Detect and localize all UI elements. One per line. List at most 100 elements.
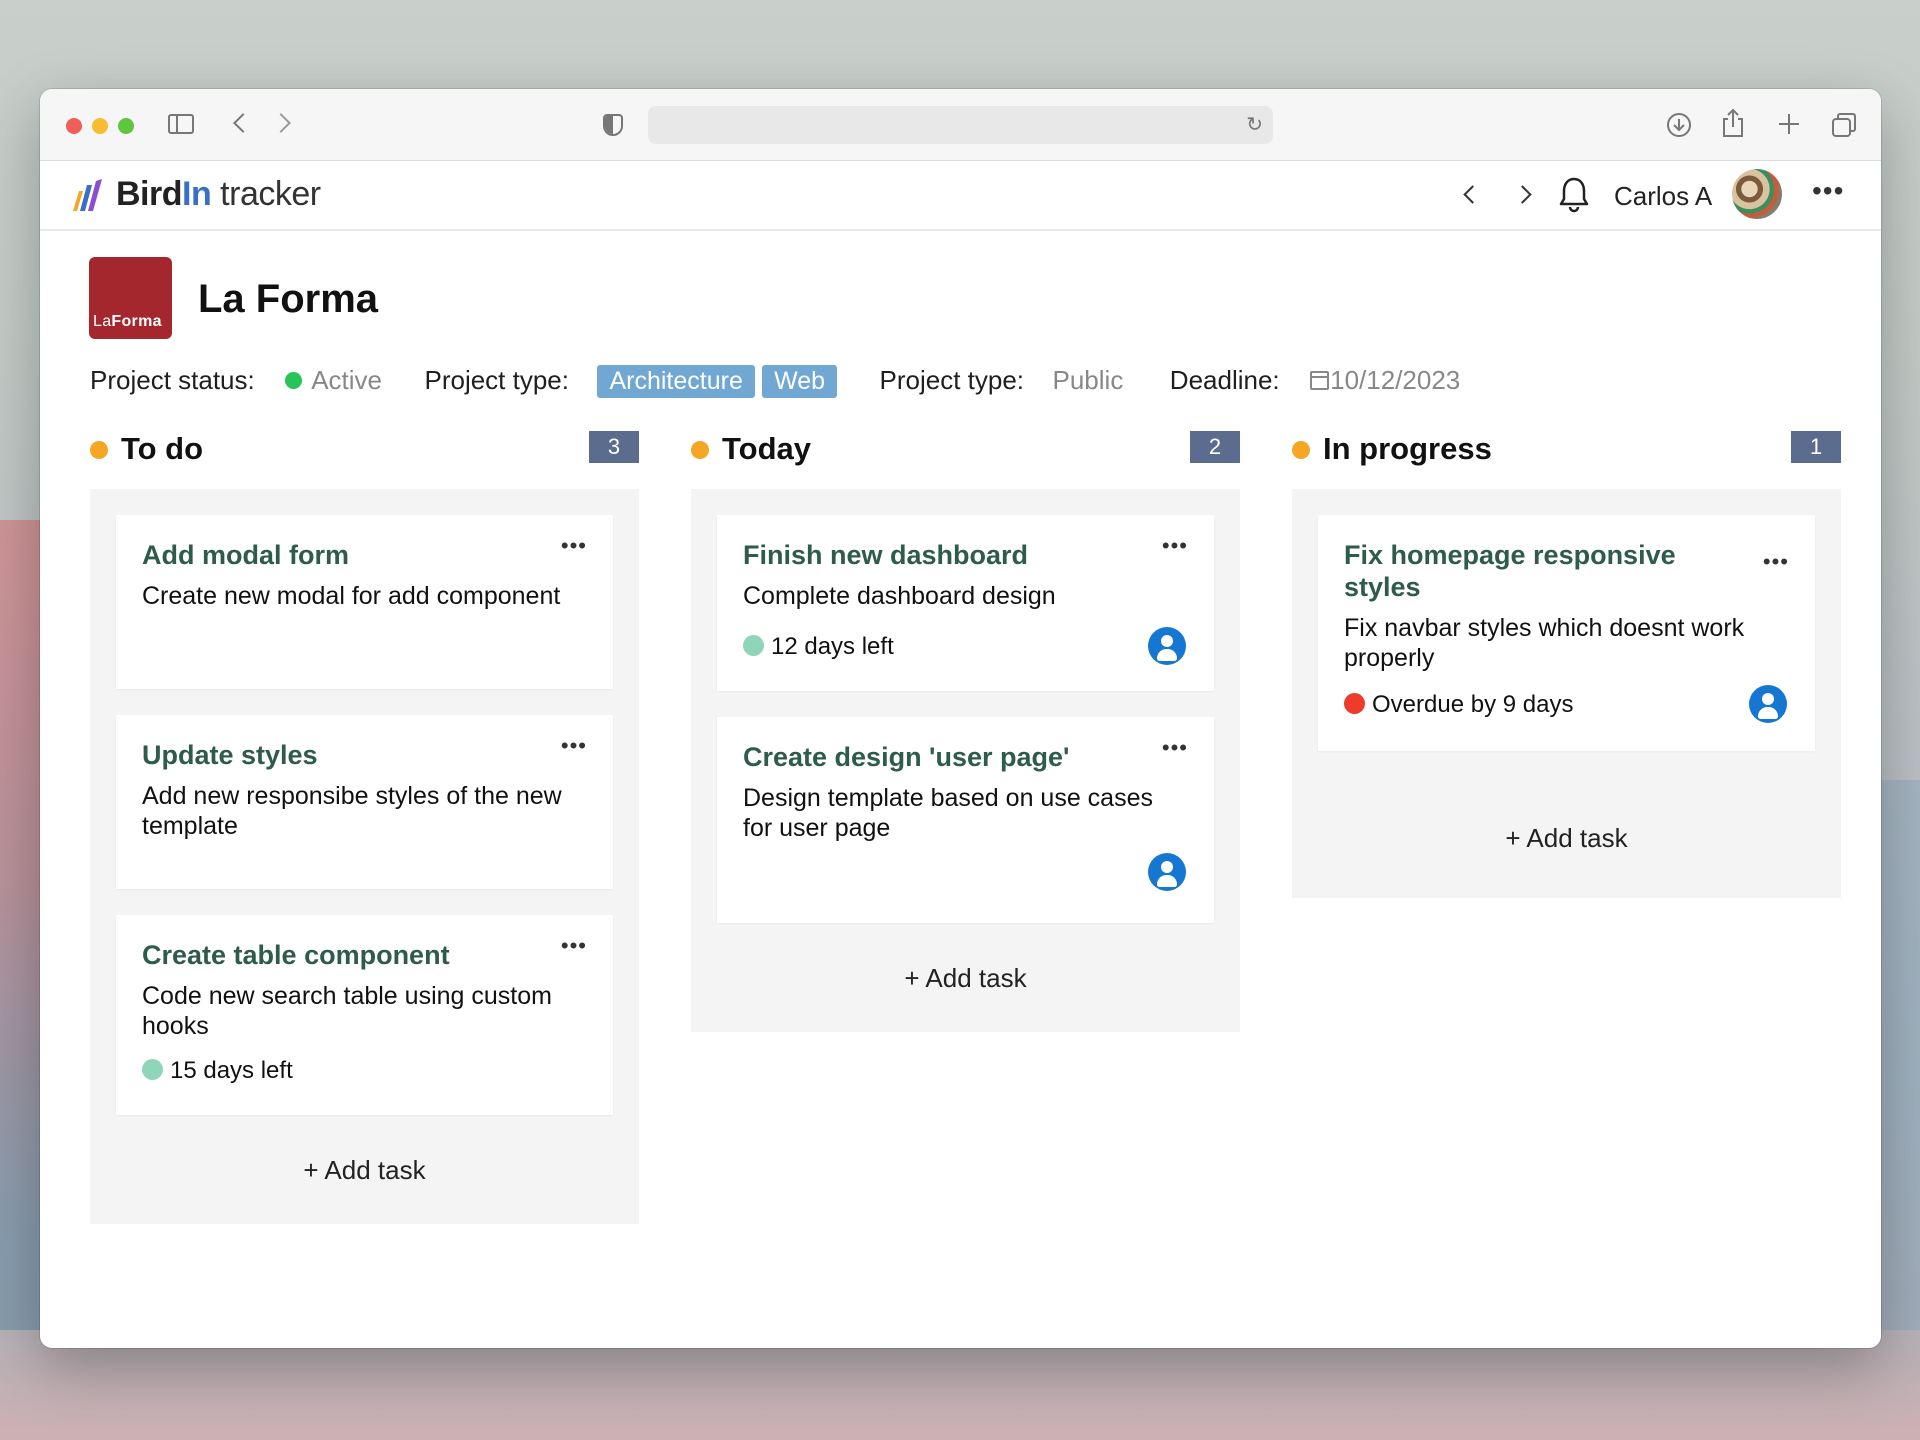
column-in-progress: In progress 1 Fix homepage responsive st… — [1292, 425, 1841, 898]
add-task-button[interactable]: + Add task — [1318, 777, 1815, 898]
due-status-dot — [743, 635, 764, 657]
status-label: Project status: — [90, 365, 255, 395]
sidebar-toggle-icon[interactable] — [168, 114, 194, 134]
browser-window: ↻ BirdIn tracker Carlos A ••• LaForma La… — [40, 89, 1881, 1348]
more-horizontal-icon[interactable]: ••• — [1763, 549, 1789, 575]
assignee-user-icon[interactable] — [1749, 685, 1787, 723]
due-status: 12 days left — [743, 633, 894, 660]
new-tab-icon[interactable] — [1776, 111, 1802, 137]
task-footer: 15 days left — [142, 1053, 587, 1093]
assignee-user-icon[interactable] — [1148, 627, 1186, 665]
forward-icon[interactable] — [271, 113, 291, 133]
task-title[interactable]: Create design 'user page' — [743, 741, 1188, 773]
type-label: Project type: — [424, 365, 569, 395]
visibility-label: Project type: — [879, 365, 1025, 395]
task-description: Fix navbar styles which doesnt work prop… — [1344, 614, 1745, 672]
column-header: Today 2 — [691, 425, 1240, 469]
column-title: Today — [722, 431, 811, 466]
project-logo: LaForma — [89, 257, 172, 339]
close-window-button[interactable] — [66, 118, 82, 134]
project-logo-text-la: La — [93, 313, 112, 330]
downloads-icon[interactable] — [1665, 111, 1693, 139]
more-horizontal-icon[interactable]: ••• — [561, 533, 587, 559]
avatar[interactable] — [1732, 169, 1782, 219]
column-body: Add modal form ••• Create new modal for … — [90, 489, 639, 1224]
app-brand[interactable]: BirdIn tracker — [116, 175, 321, 214]
minimize-window-button[interactable] — [92, 118, 108, 134]
column-count-badge: 2 — [1190, 431, 1240, 463]
more-horizontal-icon[interactable]: ••• — [1812, 175, 1844, 207]
column-status-dot — [691, 441, 709, 459]
task-card[interactable]: Finish new dashboard ••• Complete dashbo… — [717, 515, 1214, 691]
share-icon[interactable] — [1720, 107, 1746, 139]
task-card[interactable]: Update styles ••• Add new responsibe sty… — [116, 715, 613, 889]
column-count-badge: 3 — [589, 431, 639, 463]
brand-tracker: tracker — [220, 175, 321, 213]
privacy-shield-icon[interactable] — [603, 114, 623, 136]
tag-web[interactable]: Web — [762, 365, 838, 398]
bell-icon[interactable] — [1557, 175, 1591, 213]
assignee-user-icon[interactable] — [1148, 853, 1186, 891]
task-title[interactable]: Create table component — [142, 939, 587, 971]
task-card[interactable]: Create design 'user page' ••• Design tem… — [717, 717, 1214, 923]
column-header: To do 3 — [90, 425, 639, 469]
tab-overview-icon[interactable] — [1830, 111, 1858, 139]
browser-toolbar: ↻ — [40, 89, 1881, 161]
task-title[interactable]: Update styles — [142, 739, 587, 771]
page-title: La Forma — [198, 277, 379, 321]
project-logo-text-forma: Forma — [111, 313, 162, 330]
task-card[interactable]: Fix homepage responsive styles ••• Fix n… — [1318, 515, 1815, 751]
task-title[interactable]: Add modal form — [142, 539, 587, 571]
more-horizontal-icon[interactable]: ••• — [1162, 533, 1188, 559]
due-text: 12 days left — [771, 633, 894, 660]
deadline-value: 10/12/2023 — [1330, 365, 1461, 395]
due-text: 15 days left — [170, 1057, 293, 1084]
due-text: Overdue by 9 days — [1372, 691, 1574, 718]
add-task-button[interactable]: + Add task — [717, 949, 1214, 1032]
user-name[interactable]: Carlos A — [1614, 181, 1712, 212]
address-bar[interactable]: ↻ — [648, 106, 1273, 144]
status-value: Active — [311, 365, 383, 395]
task-description: Add new responsibe styles of the new tem… — [142, 782, 562, 840]
deadline-label: Deadline: — [1169, 365, 1280, 395]
tag-architecture[interactable]: Architecture — [597, 365, 755, 398]
brand-bird: Bird — [116, 175, 183, 213]
column-status-dot — [1292, 441, 1310, 459]
birdin-logo-icon — [73, 179, 102, 211]
due-status: 15 days left — [142, 1057, 293, 1084]
column-today: Today 2 Finish new dashboard ••• Complet… — [691, 425, 1240, 1032]
calendar-icon — [1310, 370, 1330, 390]
column-title: To do — [121, 431, 204, 466]
task-description: Design template based on use cases for u… — [743, 784, 1153, 842]
due-status-dot — [142, 1059, 163, 1081]
app-header: BirdIn tracker Carlos A ••• — [40, 161, 1881, 231]
more-horizontal-icon[interactable]: ••• — [1162, 735, 1188, 761]
brand-in: In — [182, 175, 212, 213]
column-body: Finish new dashboard ••• Complete dashbo… — [691, 489, 1240, 1032]
task-footer — [743, 853, 1188, 895]
task-description: Create new modal for add component — [142, 582, 561, 610]
task-title[interactable]: Fix homepage responsive styles — [1344, 539, 1789, 603]
next-icon[interactable] — [1513, 185, 1532, 204]
column-count-badge: 1 — [1791, 431, 1841, 463]
due-status-dot — [1344, 693, 1365, 715]
task-footer: Overdue by 9 days — [1344, 685, 1789, 727]
window-controls — [66, 118, 134, 134]
column-title: In progress — [1323, 431, 1492, 466]
reload-icon[interactable]: ↻ — [1246, 112, 1263, 137]
more-horizontal-icon[interactable]: ••• — [561, 733, 587, 759]
add-task-button[interactable]: + Add task — [116, 1141, 613, 1224]
column-header: In progress 1 — [1292, 425, 1841, 469]
status-dot — [285, 371, 303, 389]
back-icon[interactable] — [233, 113, 253, 133]
due-status: Overdue by 9 days — [1344, 691, 1573, 718]
zoom-window-button[interactable] — [118, 118, 134, 134]
previous-icon[interactable] — [1463, 185, 1482, 204]
column-todo: To do 3 Add modal form ••• Create new mo… — [90, 425, 639, 1224]
task-card[interactable]: Create table component ••• Code new sear… — [116, 915, 613, 1115]
column-status-dot — [90, 441, 108, 459]
more-horizontal-icon[interactable]: ••• — [561, 933, 587, 959]
task-card[interactable]: Add modal form ••• Create new modal for … — [116, 515, 613, 689]
task-description: Complete dashboard design — [743, 582, 1056, 610]
task-title[interactable]: Finish new dashboard — [743, 539, 1188, 571]
